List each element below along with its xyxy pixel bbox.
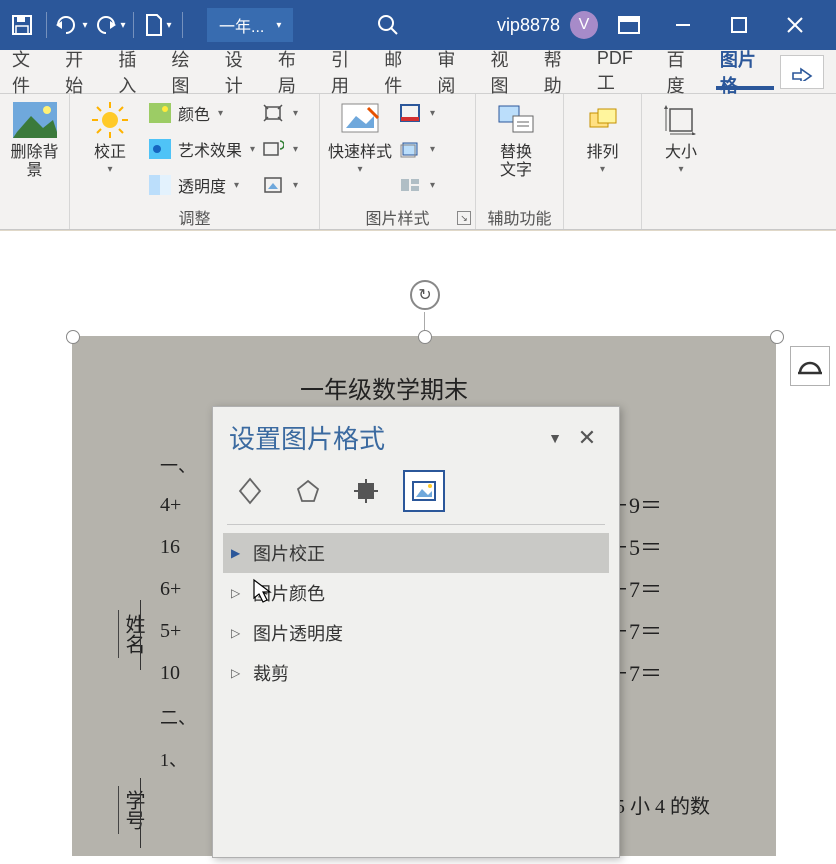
remove-background-button[interactable]: 删除背景 (8, 98, 61, 181)
user-avatar: V (570, 11, 598, 39)
pane-tab-fill[interactable] (229, 470, 271, 512)
tab-mailings[interactable]: 邮件 (374, 50, 427, 94)
chevron-down-icon: ▾ (276, 20, 281, 31)
maximize-button[interactable] (730, 16, 770, 34)
picture-border-button[interactable]: ▾ (398, 98, 435, 128)
artistic-effects-button[interactable]: 艺术效果▾ (148, 134, 255, 164)
group-label-adjust: 调整 (78, 205, 311, 227)
quick-access-toolbar: ▾ ▾ ▾ (4, 7, 187, 43)
tab-help[interactable]: 帮助 (534, 50, 587, 94)
ribbon-body: 删除背景 校正 ▾ 颜色▾ 艺术效果▾ (0, 94, 836, 230)
ribbon-tabs: 文件 开始 插入 绘图 设计 布局 引用 邮件 审阅 视图 帮助 PDF工 百度… (0, 50, 836, 94)
tab-view[interactable]: 视图 (481, 50, 534, 94)
rotate-handle-icon[interactable]: ↻ (410, 280, 440, 310)
tab-draw[interactable]: 绘图 (162, 50, 215, 94)
search-button[interactable] (377, 14, 413, 36)
layout-options-button[interactable] (790, 346, 830, 386)
vertical-label-number: 学号 (118, 786, 148, 834)
document-name-dropdown[interactable]: 一年... ▾ (207, 8, 293, 42)
pane-section-list: ▶图片校正 ▷图片颜色 ▷图片透明度 ▷裁剪 (213, 525, 619, 701)
tab-picture-format[interactable]: 图片格 (710, 50, 780, 94)
document-heading: 一年级数学期末 (300, 370, 468, 405)
ribbon-display-button[interactable] (618, 16, 658, 34)
new-doc-button[interactable]: ▾ (140, 7, 176, 43)
tab-baidu[interactable]: 百度 (657, 50, 710, 94)
title-bar: ▾ ▾ ▾ 一年... ▾ vip8878 V (0, 0, 836, 50)
exam-left-column: 一、 4+ 16 6+ 5+ 10 二、 1、 (160, 452, 196, 788)
compress-pictures-button[interactable]: ▾ (261, 98, 298, 128)
quick-styles-button[interactable]: 快速样式 ▾ (328, 98, 392, 175)
tab-design[interactable]: 设计 (215, 50, 268, 94)
pane-category-tabs (213, 464, 619, 524)
picture-layout-button[interactable]: ▾ (398, 170, 435, 200)
pane-item-color[interactable]: ▷图片颜色 (223, 573, 609, 613)
group-label-accessibility: 辅助功能 (484, 205, 555, 227)
selection-handle[interactable] (418, 330, 432, 344)
pane-options-dropdown[interactable]: ▼ (539, 430, 571, 446)
tab-insert[interactable]: 插入 (108, 50, 161, 94)
window-controls (618, 16, 826, 34)
tab-home[interactable]: 开始 (55, 50, 108, 94)
selection-handle[interactable] (66, 330, 80, 344)
tab-file[interactable]: 文件 (2, 50, 55, 94)
arrange-button[interactable]: 排列 ▾ (572, 98, 633, 175)
mouse-cursor-icon (252, 578, 274, 604)
document-canvas[interactable]: ↻ 一年级数学期末 姓名 学号 一、 4+ 16 6+ 5+ 10 二、 1、 … (0, 230, 836, 864)
document-name: 一年... (219, 13, 264, 37)
account-area[interactable]: vip8878 V (497, 11, 598, 39)
pane-item-crop[interactable]: ▷裁剪 (223, 653, 609, 693)
pane-close-button[interactable]: ✕ (571, 425, 603, 451)
color-button[interactable]: 颜色▾ (148, 98, 255, 128)
tab-layout[interactable]: 布局 (268, 50, 321, 94)
undo-button[interactable]: ▾ (53, 7, 89, 43)
tab-review[interactable]: 审阅 (427, 50, 480, 94)
styles-dialog-launcher[interactable]: ↘ (457, 211, 471, 225)
pane-title: 设置图片格式 (229, 419, 385, 456)
picture-effects-button[interactable]: ▾ (398, 134, 435, 164)
pane-tab-picture[interactable] (403, 470, 445, 512)
pane-item-corrections[interactable]: ▶图片校正 (223, 533, 609, 573)
change-picture-button[interactable]: ▾ (261, 134, 298, 164)
pane-tab-effects[interactable] (287, 470, 329, 512)
group-label-styles: 图片样式 (328, 205, 467, 227)
alt-text-button[interactable]: 替换 文字 (484, 98, 548, 181)
save-button[interactable] (4, 7, 40, 43)
format-picture-pane: 设置图片格式 ▼ ✕ ▶图片校正 ▷图片颜色 ▷图片透明度 ▷裁剪 (212, 406, 620, 858)
pane-item-transparency[interactable]: ▷图片透明度 (223, 613, 609, 653)
share-button[interactable] (780, 55, 824, 89)
user-name: vip8878 (497, 15, 560, 36)
pane-tab-layout[interactable] (345, 470, 387, 512)
selection-handle[interactable] (770, 330, 784, 344)
close-button[interactable] (786, 16, 826, 34)
tab-references[interactable]: 引用 (321, 50, 374, 94)
redo-button[interactable]: ▾ (91, 7, 127, 43)
minimize-button[interactable] (674, 16, 714, 34)
corrections-button[interactable]: 校正 ▾ (78, 98, 142, 175)
size-button[interactable]: 大小 ▾ (650, 98, 712, 175)
tab-pdf[interactable]: PDF工 (587, 50, 657, 94)
transparency-button[interactable]: 透明度▾ (148, 170, 255, 200)
vertical-label-name: 姓名 (118, 610, 148, 658)
reset-picture-button[interactable]: ▾ (261, 170, 298, 200)
